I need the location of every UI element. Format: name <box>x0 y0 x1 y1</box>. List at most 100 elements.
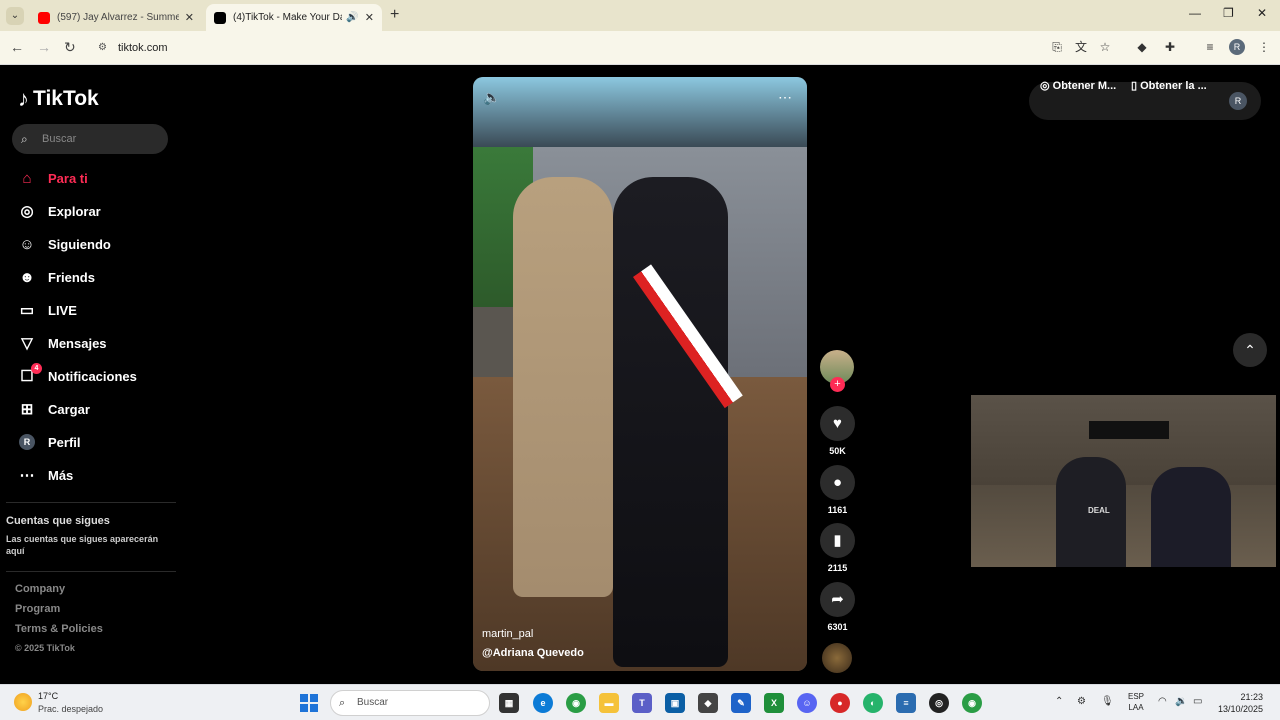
microphone-icon[interactable]: 🎙 <box>1101 696 1114 707</box>
minimize-button[interactable]: — <box>1189 6 1201 20</box>
store-icon[interactable]: ▣ <box>665 693 685 713</box>
translate-icon[interactable]: 文 <box>1074 40 1088 54</box>
btn-label: Obtener M... <box>1052 80 1117 92</box>
tiktok-logo[interactable]: ♪ TikTok <box>18 86 99 112</box>
search-input[interactable]: ⌕ Buscar <box>12 124 168 154</box>
footer-link-company[interactable]: Company <box>15 583 65 595</box>
browser-toolbar: ← → ↻ ⚙ tiktok.com ⎘ 文 ☆ ◆ ✚ ≡ ⋮ <box>0 31 1280 65</box>
like-button[interactable]: ♥ <box>820 406 855 441</box>
speaker-icon[interactable]: 🔊 <box>346 12 358 23</box>
app-green-icon[interactable]: ◐ <box>863 693 883 713</box>
close-tab-icon[interactable]: ✕ <box>185 11 194 24</box>
battery-icon[interactable]: ▭ <box>1193 696 1202 707</box>
get-coins-button[interactable]: ◎ Obtener M... <box>1040 79 1116 92</box>
nav-item-explorar[interactable]: ◎ Explorar <box>18 200 100 222</box>
chrome-active-icon[interactable]: ◉ <box>962 693 982 713</box>
nav-item-siguiendo[interactable]: ☺ Siguiendo <box>18 233 111 255</box>
address-bar[interactable]: ⚙ tiktok.com <box>90 35 1030 61</box>
inbox-icon: ☐ 4 <box>18 363 42 385</box>
lang-line2: LAA <box>1128 703 1144 712</box>
forward-button[interactable]: → <box>37 39 51 55</box>
shirt-text: DEAL <box>1088 506 1110 515</box>
share-button[interactable]: ➦ <box>820 582 855 617</box>
weather-icon[interactable] <box>14 693 32 711</box>
comment-button[interactable]: ● <box>820 465 855 500</box>
xbox-icon[interactable]: X <box>764 693 784 713</box>
browser-profile-avatar[interactable]: R <box>1229 39 1245 55</box>
new-tab-button[interactable]: + <box>390 6 399 24</box>
lang-line1: ESP <box>1128 692 1145 701</box>
weather-desc[interactable]: Prac. despejado <box>38 704 103 714</box>
get-app-button[interactable]: ▯ Obtener la ... <box>1131 79 1207 92</box>
video-username[interactable]: martin_pal <box>482 628 533 640</box>
bookmark-star-icon[interactable]: ☆ <box>1098 40 1112 54</box>
weather-temp[interactable]: 17°C <box>38 691 58 701</box>
discord-icon[interactable]: ☺ <box>797 693 817 713</box>
show-hidden-icons[interactable]: ⌃ <box>1055 696 1063 707</box>
tab-tiktok[interactable]: (4)TikTok - Make Your Day 🔊 ✕ <box>206 4 382 31</box>
search-icon: ⌕ <box>339 697 346 709</box>
footer-link-terms[interactable]: Terms & Policies <box>15 623 103 635</box>
search-icon: ⌕ <box>21 132 28 146</box>
install-app-icon[interactable]: ⎘ <box>1050 40 1064 54</box>
tiktok-page: ♪ TikTok ⌕ Buscar ⌂ Para ti ◎ Explorar ☺… <box>0 66 1280 684</box>
video-player[interactable]: 🔈 ⋯ martin_pal @Adriana Quevedo <box>473 77 807 671</box>
following-heading: Cuentas que sigues <box>6 515 110 527</box>
nav-item-mas[interactable]: ⋯ Más <box>18 464 74 486</box>
extension-icon[interactable]: ◆ <box>1135 40 1149 54</box>
app-icon[interactable]: ◆ <box>698 693 718 713</box>
nav-item-para-ti[interactable]: ⌂ Para ti <box>18 167 87 189</box>
maximize-button[interactable]: ❐ <box>1223 6 1234 20</box>
notepad-icon[interactable]: ≡ <box>896 693 916 713</box>
browser-menu-icon[interactable]: ⋮ <box>1257 40 1271 54</box>
obs-icon[interactable]: ◎ <box>929 693 949 713</box>
video-caption[interactable]: @Adriana Quevedo <box>482 647 584 659</box>
webcam-tv <box>1089 421 1169 439</box>
tab-search-button[interactable]: ⌄ <box>6 7 24 25</box>
start-button[interactable] <box>300 694 318 712</box>
chrome-icon[interactable]: ◉ <box>566 693 586 713</box>
volume-icon[interactable]: 🔈 <box>483 89 500 106</box>
footer-link-program[interactable]: Program <box>15 603 60 615</box>
task-view-icon[interactable]: ▦ <box>499 693 519 713</box>
tab-youtube[interactable]: (597) Jay Alvarrez - Summer (20 ✕ <box>30 4 202 31</box>
webcam-person-2 <box>1151 467 1231 567</box>
app-red-icon[interactable]: ● <box>830 693 850 713</box>
copyright: © 2025 TikTok <box>15 643 75 653</box>
webcam-background <box>971 395 1276 485</box>
taskbar-search[interactable]: ⌕ Buscar <box>330 690 490 716</box>
nav-item-live[interactable]: ▭ LIVE <box>18 299 77 321</box>
follow-plus-button[interactable]: + <box>830 377 845 392</box>
media-control-icon[interactable]: ≡ <box>1203 40 1217 54</box>
close-tab-icon[interactable]: ✕ <box>365 11 374 24</box>
music-disc[interactable] <box>822 643 852 673</box>
wifi-icon[interactable]: ◠ <box>1158 696 1167 707</box>
save-button[interactable]: ▮ <box>820 523 855 558</box>
language-indicator[interactable]: ESP LAA <box>1128 691 1144 713</box>
nav-item-mensajes[interactable]: ▽ Mensajes <box>18 332 106 354</box>
compass-icon: ◎ <box>20 203 34 220</box>
volume-tray-icon[interactable]: 🔉 <box>1175 696 1187 707</box>
nav-label: Cargar <box>48 401 90 417</box>
clock[interactable]: 21:23 13/10/2025 <box>1218 691 1263 715</box>
file-explorer-icon[interactable]: ▬ <box>599 693 619 713</box>
vscode-icon[interactable]: ✎ <box>731 693 751 713</box>
previous-video-button[interactable]: ⌃ <box>1233 333 1267 367</box>
reload-button[interactable]: ↻ <box>64 39 76 56</box>
tray-app-icon[interactable]: ⚙ <box>1077 696 1086 707</box>
nav-item-friends[interactable]: ☻ Friends <box>18 266 95 288</box>
home-icon: ⌂ <box>22 169 32 187</box>
extensions-puzzle-icon[interactable]: ✚ <box>1163 40 1177 54</box>
nav-item-notificaciones[interactable]: ☐ 4 Notificaciones <box>18 363 137 387</box>
more-options-icon[interactable]: ⋯ <box>778 89 792 106</box>
close-window-button[interactable]: ✕ <box>1257 6 1267 20</box>
nav-item-perfil[interactable]: R Perfil <box>18 431 81 453</box>
nav-label: Siguiendo <box>48 236 111 252</box>
site-info-icon[interactable]: ⚙ <box>98 35 107 61</box>
nav-item-cargar[interactable]: ⊞ Cargar <box>18 398 90 420</box>
browser-tab-bar: ⌄ (597) Jay Alvarrez - Summer (20 ✕ (4)T… <box>0 0 1280 31</box>
teams-icon[interactable]: T <box>632 693 652 713</box>
back-button[interactable]: ← <box>10 39 24 55</box>
edge-icon[interactable]: e <box>533 693 553 713</box>
user-avatar[interactable]: R <box>1229 92 1247 110</box>
